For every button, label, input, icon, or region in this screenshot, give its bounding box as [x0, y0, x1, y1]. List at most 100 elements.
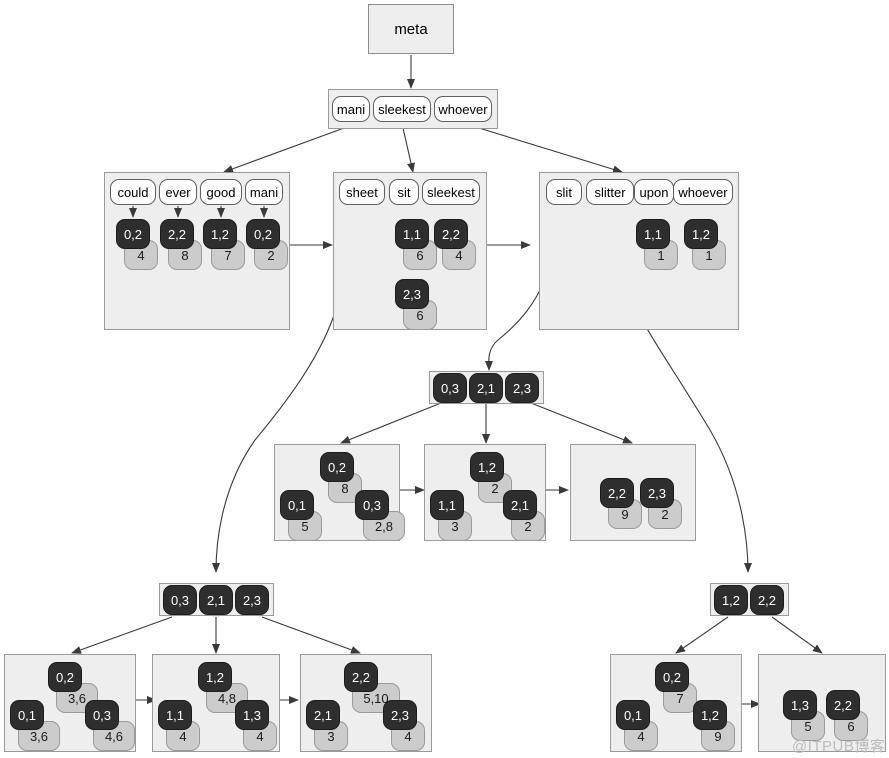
key-label: 2,2 — [167, 226, 187, 242]
word-chip-upon[interactable]: upon — [634, 179, 674, 205]
key-label: 2,2 — [351, 669, 371, 685]
word-chip-whoever-root[interactable]: whoever — [434, 96, 492, 122]
key-badge[interactable]: 2,1 — [469, 373, 503, 403]
value-label: 2 — [491, 480, 499, 496]
key-badge[interactable]: 2,2 — [160, 219, 194, 249]
key-label: 2,1 — [313, 707, 333, 723]
key-label: 2,2 — [441, 226, 461, 242]
value-label: 4 — [637, 728, 645, 744]
key-badge[interactable]: 1,3 — [783, 690, 817, 720]
key-badge[interactable]: 2,2 — [750, 585, 784, 615]
value-label: 4 — [404, 728, 412, 744]
key-label: 0,3 — [170, 592, 190, 608]
word-label: mani — [249, 184, 279, 200]
key-badge[interactable]: 0,2 — [320, 452, 354, 482]
key-label: 0,3 — [362, 497, 382, 513]
key-label: 0,2 — [662, 669, 682, 685]
value-label: 1 — [657, 247, 665, 263]
edge-br-index-to-leaf2 — [771, 616, 823, 654]
key-badge[interactable]: 2,2 — [344, 662, 378, 692]
key-badge[interactable]: 2,3 — [640, 478, 674, 508]
key-badge[interactable]: 2,1 — [306, 700, 340, 730]
key-label: 1,1 — [402, 226, 422, 242]
value-label: 7 — [676, 690, 684, 706]
key-badge[interactable]: 0,3 — [433, 373, 467, 403]
word-label: upon — [639, 184, 669, 200]
key-badge[interactable]: 2,3 — [395, 279, 429, 309]
key-label: 1,2 — [477, 459, 497, 475]
key-badge[interactable]: 2,2 — [434, 219, 468, 249]
key-label: 2,2 — [757, 592, 777, 608]
word-chip-could[interactable]: could — [110, 179, 156, 205]
value-label: 2 — [267, 247, 275, 263]
value-label: 3 — [451, 518, 459, 534]
word-chip-good[interactable]: good — [200, 179, 242, 205]
key-badge[interactable]: 0,3 — [355, 490, 389, 520]
edge-mani-to-block1 — [223, 127, 345, 173]
key-badge[interactable]: 1,2 — [470, 452, 504, 482]
value-label: 2 — [661, 506, 669, 522]
word-chip-mani[interactable]: mani — [245, 179, 283, 205]
key-badge[interactable]: 2,1 — [199, 585, 233, 615]
word-label: slit — [556, 184, 572, 200]
key-label: 2,2 — [833, 697, 853, 713]
meta-root-box[interactable]: meta — [368, 4, 454, 54]
key-badge[interactable]: 2,2 — [600, 478, 634, 508]
word-chip-slit[interactable]: slit — [546, 179, 582, 205]
word-chip-mani-root[interactable]: mani — [332, 96, 370, 122]
key-label: 1,2 — [205, 669, 225, 685]
key-badge[interactable]: 1,3 — [235, 700, 269, 730]
key-label: 0,1 — [623, 707, 643, 723]
key-label: 2,3 — [512, 380, 532, 396]
key-label: 2,3 — [647, 485, 667, 501]
edge-sleekest-to-block2 — [402, 127, 415, 173]
key-badge[interactable]: 1,2 — [684, 219, 718, 249]
word-chip-sleekest-root[interactable]: sleekest — [373, 96, 431, 122]
word-label: sheet — [346, 184, 378, 200]
value-label: 3 — [327, 728, 335, 744]
meta-root-label: meta — [394, 20, 428, 38]
word-chip-whoever[interactable]: whoever — [673, 179, 733, 205]
key-badge[interactable]: 1,1 — [430, 490, 464, 520]
value-label: 9 — [714, 728, 722, 744]
key-badge[interactable]: 2,3 — [235, 585, 269, 615]
key-badge[interactable]: 0,1 — [10, 700, 44, 730]
word-chip-slitter[interactable]: slitter — [586, 179, 634, 205]
key-badge[interactable]: 1,1 — [395, 219, 429, 249]
key-badge[interactable]: 1,2 — [203, 219, 237, 249]
word-chip-sheet[interactable]: sheet — [339, 179, 385, 205]
word-label: good — [206, 184, 236, 200]
key-badge[interactable]: 0,1 — [616, 700, 650, 730]
key-label: 1,1 — [643, 226, 663, 242]
word-label: could — [117, 184, 149, 200]
key-badge[interactable]: 1,2 — [693, 700, 727, 730]
key-badge[interactable]: 0,2 — [116, 219, 150, 249]
watermark-text: @ITPUB博客 — [792, 735, 885, 756]
key-badge[interactable]: 0,1 — [280, 490, 314, 520]
edge-middle-index-to-leaf1 — [340, 402, 442, 444]
key-label: 1,1 — [437, 497, 457, 513]
word-chip-sit[interactable]: sit — [389, 179, 419, 205]
key-badge[interactable]: 2,2 — [826, 690, 860, 720]
key-badge[interactable]: 2,1 — [503, 490, 537, 520]
key-badge[interactable]: 1,1 — [158, 700, 192, 730]
value-label: 6 — [416, 307, 424, 323]
key-label: 1,2 — [700, 707, 720, 723]
key-badge[interactable]: 0,2 — [246, 219, 280, 249]
key-label: 1,2 — [691, 226, 711, 242]
key-badge[interactable]: 0,2 — [655, 662, 689, 692]
edge-bl-index-to-leaf1 — [71, 616, 173, 654]
key-badge[interactable]: 0,3 — [85, 700, 119, 730]
key-badge[interactable]: 1,2 — [198, 662, 232, 692]
key-label: 2,3 — [402, 286, 422, 302]
key-badge[interactable]: 0,3 — [163, 585, 197, 615]
word-chip-ever[interactable]: ever — [159, 179, 197, 205]
key-badge[interactable]: 1,2 — [714, 585, 748, 615]
key-label: 0,1 — [287, 497, 307, 513]
word-chip-sleekest[interactable]: sleekest — [422, 179, 480, 205]
key-badge[interactable]: 0,2 — [48, 662, 82, 692]
key-label: 2,1 — [476, 380, 496, 396]
key-badge[interactable]: 1,1 — [636, 219, 670, 249]
key-badge[interactable]: 2,3 — [383, 700, 417, 730]
key-badge[interactable]: 2,3 — [505, 373, 539, 403]
